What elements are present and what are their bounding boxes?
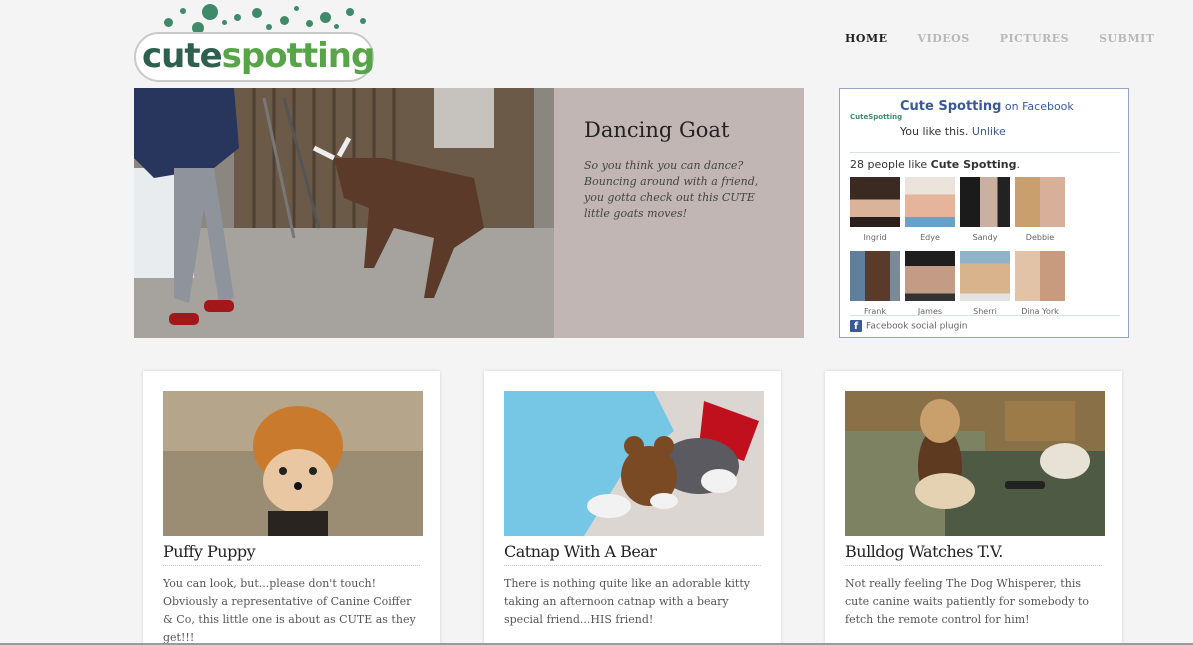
- featured-image[interactable]: [134, 88, 554, 338]
- fb-face[interactable]: Debbie: [1015, 177, 1065, 242]
- fb-face[interactable]: Frank: [850, 251, 900, 315]
- post-title[interactable]: Puffy Puppy: [163, 542, 420, 566]
- fb-count-suffix: .: [1016, 158, 1020, 171]
- fb-face-name: Edye: [920, 233, 940, 242]
- facebook-like-box: CuteSpotting Cute Spotting on Facebook Y…: [839, 88, 1129, 338]
- avatar: [850, 251, 900, 301]
- fb-page-link: Cute Spotting on Facebook: [900, 99, 1074, 114]
- fb-face[interactable]: James: [905, 251, 955, 315]
- fb-face-name: Sandy: [972, 233, 998, 242]
- post-image[interactable]: [845, 391, 1105, 536]
- featured-panel: Dancing Goat So you think you can dance?…: [554, 88, 804, 338]
- post-card: Bulldog Watches T.V. Not really feeling …: [825, 371, 1122, 645]
- logo-word-spotting: spotting: [221, 36, 376, 76]
- post-title[interactable]: Bulldog Watches T.V.: [845, 542, 1102, 566]
- fb-page-name[interactable]: Cute Spotting: [900, 99, 1001, 114]
- nav-videos[interactable]: VIDEOS: [918, 32, 970, 45]
- post-description: There is nothing quite like an adorable …: [504, 577, 750, 626]
- avatar: [905, 251, 955, 301]
- post-card: Catnap With A Bear There is nothing quit…: [484, 371, 781, 645]
- logo-wordmark: cutespotting: [134, 32, 376, 82]
- fb-face[interactable]: Sherri: [960, 251, 1010, 315]
- avatar: [1015, 251, 1065, 301]
- post-card: Puffy Puppy You can look, but...please d…: [143, 371, 440, 645]
- fb-face[interactable]: Ingrid: [850, 177, 900, 242]
- fb-footer[interactable]: f Facebook social plugin: [850, 315, 1120, 337]
- avatar: [960, 177, 1010, 227]
- fb-face-name: James: [917, 307, 943, 315]
- fb-unlike-link[interactable]: Unlike: [972, 125, 1006, 138]
- facebook-icon: f: [850, 320, 862, 332]
- post-image[interactable]: [163, 391, 423, 536]
- post-description: Not really feeling The Dog Whisperer, th…: [845, 577, 1090, 626]
- avatar: [850, 177, 900, 227]
- fb-like-count: 28 people like Cute Spotting.: [850, 158, 1020, 171]
- fb-divider: [850, 152, 1120, 153]
- fb-face-name: Debbie: [1025, 233, 1055, 242]
- featured-title[interactable]: Dancing Goat: [584, 118, 774, 142]
- fb-face-name: Ingrid: [863, 233, 887, 242]
- fb-face-name: Sherri: [973, 307, 997, 315]
- site-logo[interactable]: cutespotting: [134, 4, 376, 82]
- fb-page-logo[interactable]: CuteSpotting: [850, 113, 902, 133]
- fb-face[interactable]: Edye: [905, 177, 955, 242]
- fb-on-facebook[interactable]: on Facebook: [1001, 100, 1074, 113]
- fb-faces-grid: Ingrid Edye Sandy Debbie Frank James She…: [850, 177, 1120, 315]
- fb-face-name: Frank: [864, 307, 886, 315]
- avatar: [905, 177, 955, 227]
- fb-count-page[interactable]: Cute Spotting: [931, 158, 1017, 171]
- post-image[interactable]: [504, 391, 764, 536]
- fb-face-name: Dina York: [1021, 307, 1059, 315]
- fb-face[interactable]: Sandy: [960, 177, 1010, 242]
- logo-word-cute: cute: [142, 36, 223, 76]
- nav-submit[interactable]: SUBMIT: [1099, 32, 1154, 45]
- avatar: [1015, 177, 1065, 227]
- fb-you-like: You like this.: [900, 125, 972, 138]
- main-nav: HOME VIDEOS PICTURES SUBMIT: [845, 32, 1184, 45]
- post-description: You can look, but...please don't touch! …: [163, 577, 416, 644]
- fb-footer-text: Facebook social plugin: [866, 321, 968, 332]
- nav-pictures[interactable]: PICTURES: [1000, 32, 1069, 45]
- fb-header: CuteSpotting Cute Spotting on Facebook Y…: [850, 99, 1120, 153]
- fb-count-prefix: 28 people like: [850, 158, 931, 171]
- featured-description: So you think you can dance? Bouncing aro…: [584, 159, 759, 220]
- nav-home[interactable]: HOME: [845, 32, 888, 45]
- fb-face[interactable]: Dina York: [1015, 251, 1065, 315]
- avatar: [960, 251, 1010, 301]
- fb-like-status: You like this. Unlike: [900, 125, 1006, 138]
- post-title[interactable]: Catnap With A Bear: [504, 542, 761, 566]
